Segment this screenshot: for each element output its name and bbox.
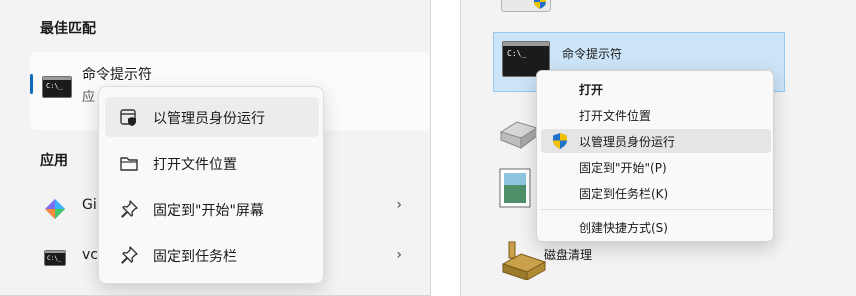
run-as-admin-menu-item[interactable]: 以管理员身份运行	[105, 97, 319, 137]
explorer-panel: C:\_ 命令提示符 磁盘清理 打开 打开文件位置 以管理员身份运行 固定到"开…	[460, 0, 856, 296]
best-match-heading: 最佳匹配	[40, 21, 96, 37]
pin-icon	[121, 200, 138, 218]
picture-icon	[499, 168, 531, 208]
open-file-location-menu-item[interactable]: 打开文件位置	[541, 103, 771, 127]
pin-icon	[121, 246, 138, 264]
context-menu: 打开 打开文件位置 以管理员身份运行 固定到"开始"(P) 固定到任务栏(K) …	[536, 70, 774, 242]
open-file-location-menu-item[interactable]: 打开文件位置	[105, 143, 319, 183]
admin-shield-icon	[120, 109, 136, 126]
drive-icon	[499, 121, 539, 149]
best-match-subtitle: 应	[82, 90, 96, 105]
open-menu-item[interactable]: 打开	[541, 77, 771, 101]
chevron-right-icon: ›	[396, 197, 402, 213]
folder-icon	[120, 157, 138, 171]
git-diamond-icon	[45, 199, 65, 219]
menu-item-label: 固定到"开始"(P)	[579, 161, 667, 175]
menu-item-label: 以管理员身份运行	[153, 111, 265, 127]
best-match-name: 命令提示符	[82, 67, 152, 83]
apps-heading: 应用	[40, 153, 68, 169]
chevron-right-icon: ›	[396, 247, 402, 263]
menu-item-label: 固定到"开始"屏幕	[153, 203, 264, 219]
create-shortcut-menu-item[interactable]: 创建快捷方式(S)	[541, 215, 771, 239]
menu-separator	[541, 209, 771, 210]
search-results-panel: 最佳匹配 C:\_ 命令提示符 应 应用 Gi › C:\_ vc › 以管理员…	[0, 0, 431, 296]
command-prompt-icon: C:\_	[42, 76, 72, 98]
menu-item-label: 打开文件位置	[153, 157, 237, 173]
uac-shield-icon	[553, 133, 567, 149]
app-label: vc	[82, 247, 98, 263]
pin-to-taskbar-menu-item[interactable]: 固定到任务栏(K)	[541, 181, 771, 205]
menu-item-label: 打开	[579, 83, 604, 97]
menu-item-label: 打开文件位置	[579, 109, 652, 123]
app-label: Gi	[82, 197, 97, 213]
menu-item-label: 以管理员身份运行	[579, 135, 676, 149]
pin-to-taskbar-menu-item[interactable]: 固定到任务栏	[105, 235, 319, 275]
selected-item-label: 命令提示符	[562, 47, 623, 61]
disk-cleanup-icon	[501, 241, 547, 280]
selection-accent-bar	[30, 74, 33, 94]
uac-shield-icon	[534, 0, 546, 9]
menu-item-label: 创建快捷方式(S)	[579, 221, 668, 235]
partial-app-icon	[501, 0, 551, 12]
menu-item-label: 固定到任务栏	[153, 249, 237, 265]
pin-to-start-menu-item[interactable]: 固定到"开始"屏幕	[105, 189, 319, 229]
menu-item-label: 固定到任务栏(K)	[579, 187, 669, 201]
command-prompt-icon: C:\_	[44, 250, 66, 266]
run-as-admin-menu-item[interactable]: 以管理员身份运行	[541, 129, 771, 153]
partial-item-label: 磁盘清理	[544, 248, 593, 262]
context-menu: 以管理员身份运行 打开文件位置 固定到"开始"屏幕 固定到任务栏	[98, 86, 324, 284]
pin-to-start-menu-item[interactable]: 固定到"开始"(P)	[541, 155, 771, 179]
